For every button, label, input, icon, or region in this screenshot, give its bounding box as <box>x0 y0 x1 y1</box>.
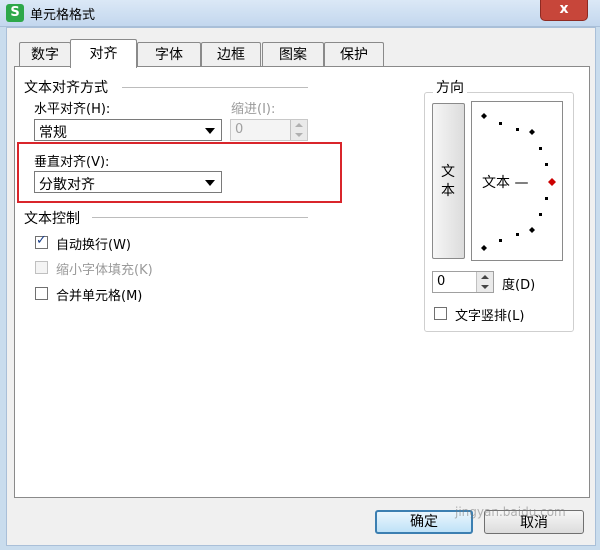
wrap-text-checkbox[interactable]: ✓ <box>35 233 48 249</box>
vertical-text-orientation-button[interactable]: 文 本 <box>432 103 465 259</box>
dial-marker <box>481 245 487 251</box>
orientation-section-title: 方向 <box>433 77 467 97</box>
degree-label: 度(D) <box>502 278 536 293</box>
dial-tick <box>545 197 548 200</box>
text-control-section-title: 文本控制 <box>24 211 80 227</box>
tab-font[interactable]: 字体 <box>137 42 201 67</box>
degree-spin-buttons <box>476 272 493 292</box>
dial-tick <box>499 122 502 125</box>
dial-marker <box>481 113 487 119</box>
spin-down-arrow-icon[interactable] <box>477 282 493 292</box>
indent-value: 0 <box>235 122 244 137</box>
dial-tick <box>539 213 542 216</box>
merge-cells-checkbox[interactable] <box>35 287 48 300</box>
check-mark-icon: ✓ <box>36 233 47 248</box>
horizontal-align-select[interactable]: 常规 <box>34 119 222 141</box>
wrap-text-label: 自动换行(W) <box>56 238 131 253</box>
tab-border[interactable]: 边框 <box>201 42 261 67</box>
tab-alignment[interactable]: 对齐 <box>70 39 137 68</box>
degree-value: 0 <box>437 274 446 289</box>
watermark-text: jingyan.baidu.com <box>455 505 566 519</box>
tab-protection[interactable]: 保护 <box>324 42 384 67</box>
close-button[interactable]: x <box>540 0 588 21</box>
wps-sheet-app-icon: S <box>6 4 24 22</box>
window-title: 单元格格式 <box>30 8 96 23</box>
shrink-to-fit-label: 缩小字体填充(K) <box>56 263 153 278</box>
dropdown-arrow-icon <box>205 128 215 134</box>
vertical-text-char: 文 <box>441 164 455 180</box>
section-divider <box>92 217 308 218</box>
dial-tick <box>539 147 542 150</box>
indent-spin-buttons <box>290 120 307 140</box>
dial-tick <box>516 128 519 131</box>
indent-spinner[interactable]: 0 <box>230 119 308 141</box>
tab-pattern[interactable]: 图案 <box>262 42 324 67</box>
annotation-highlight-box <box>17 142 342 203</box>
dial-pointer-icon <box>548 178 556 186</box>
dial-marker <box>529 227 535 233</box>
dial-tick <box>499 239 502 242</box>
merge-cells-label: 合并单元格(M) <box>56 289 143 304</box>
indent-label: 缩进(I): <box>231 102 276 117</box>
dial-text-sample: 文本 — <box>482 175 529 191</box>
text-alignment-section-title: 文本对齐方式 <box>24 80 108 96</box>
orientation-dial[interactable]: 文本 — <box>471 101 563 261</box>
vertical-text-char: 本 <box>441 183 455 199</box>
degree-spinner[interactable]: 0 <box>432 271 494 293</box>
vertical-text-checkbox[interactable] <box>434 307 447 320</box>
spin-down-arrow-icon[interactable] <box>291 130 307 140</box>
vertical-text-checkbox-label: 文字竖排(L) <box>455 309 525 324</box>
section-divider <box>122 87 308 88</box>
horizontal-align-label: 水平对齐(H): <box>34 102 111 117</box>
tab-number[interactable]: 数字 <box>19 42 71 67</box>
dial-tick <box>545 163 548 166</box>
shrink-to-fit-checkbox[interactable] <box>35 261 48 274</box>
dial-marker <box>529 129 535 135</box>
dial-tick <box>516 233 519 236</box>
horizontal-align-value: 常规 <box>39 125 67 141</box>
